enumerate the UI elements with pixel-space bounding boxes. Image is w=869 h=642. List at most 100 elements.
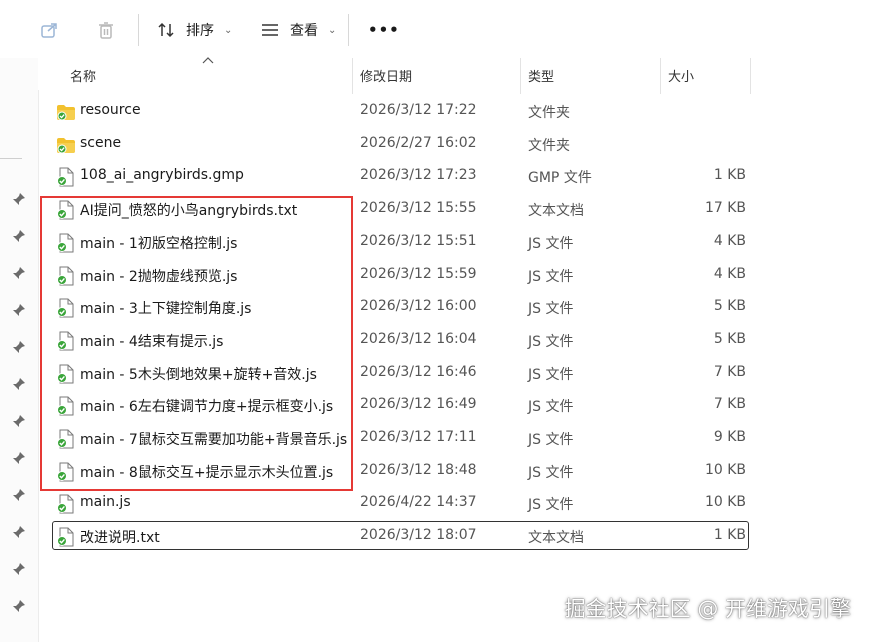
delete-button[interactable]	[94, 14, 118, 46]
file-icon	[57, 494, 74, 514]
file-date: 2026/3/12 16:46	[360, 363, 477, 380]
column-divider[interactable]	[660, 58, 661, 94]
file-row[interactable]: main - 3上下键控制角度.js 2026/3/12 16:00 JS 文件 5 …	[38, 291, 869, 324]
pin-icon[interactable]	[12, 488, 26, 502]
file-size: 7 KB	[713, 396, 746, 413]
folder-row[interactable]: scene 2026/2/27 16:02 文件夹	[38, 128, 869, 161]
file-date: 2026/4/22 14:37	[360, 494, 477, 511]
sort-button[interactable]: 排序 ⌄	[154, 14, 232, 46]
more-icon: •••	[368, 21, 400, 39]
file-type: JS 文件	[528, 268, 574, 285]
file-type: JS 文件	[528, 497, 574, 514]
file-size: 4 KB	[713, 232, 746, 249]
file-row[interactable]: main - 2抛物虚线预览.js 2026/3/12 15:59 JS 文件 4 K…	[38, 259, 869, 292]
toolbar-separator	[348, 14, 349, 46]
share-button[interactable]	[38, 14, 62, 46]
file-row[interactable]: 108_ai_angrybirds.gmp 2026/3/12 17:23 GMP …	[38, 160, 869, 193]
file-size: 1 KB	[713, 167, 746, 184]
pin-icon[interactable]	[12, 266, 26, 280]
file-name: main.js	[80, 494, 131, 511]
pin-icon[interactable]	[12, 192, 26, 206]
file-icon	[57, 429, 74, 449]
column-divider[interactable]	[352, 58, 353, 94]
more-button[interactable]: •••	[368, 14, 400, 46]
file-date: 2026/3/12 15:55	[360, 200, 477, 217]
column-header: 名称 修改日期 类型 大小	[38, 57, 869, 94]
pin-icon[interactable]	[12, 451, 26, 465]
file-name: AI提问_愤怒的小鸟angrybirds.txt	[80, 203, 298, 220]
sort-icon	[154, 18, 178, 42]
view-label: 查看	[290, 23, 318, 39]
file-name: main - 4结束有提示.js	[80, 333, 224, 350]
file-type: 文件夹	[528, 105, 570, 121]
file-icon	[57, 331, 74, 351]
file-name: 改进说明.txt	[80, 530, 160, 547]
file-row[interactable]: main - 5木头倒地效果+旋转+音效.js 2026/3/12 16:46 JS…	[38, 357, 869, 390]
file-row[interactable]: main - 7鼠标交互需要加功能+背景音乐.js 2026/3/12 17:11…	[38, 422, 869, 455]
file-row[interactable]: main - 6左右键调节力度+提示框变小.js 2026/3/12 16:49 J…	[38, 389, 869, 422]
folder-row[interactable]: resource 2026/3/12 17:22 文件夹	[38, 95, 869, 128]
file-icon	[57, 233, 74, 253]
sort-ascending-icon	[202, 57, 214, 64]
file-row[interactable]: 改进说明.txt 2026/3/12 18:07 文本文档 1 KB	[38, 520, 869, 553]
file-row[interactable]: AI提问_愤怒的小鸟angrybirds.txt 2026/3/12 15:55 文…	[38, 193, 869, 226]
file-row[interactable]: main.js 2026/4/22 14:37 JS 文件 10 KB	[38, 487, 869, 520]
column-size[interactable]: 大小	[668, 66, 694, 85]
navigation-pane	[0, 58, 39, 642]
file-size: 5 KB	[713, 330, 746, 347]
folder-icon	[57, 105, 75, 121]
file-date: 2026/3/12 15:59	[360, 265, 477, 282]
file-icon	[57, 200, 74, 220]
file-name: main - 5木头倒地效果+旋转+音效.js	[80, 366, 317, 383]
file-name: main - 3上下键控制角度.js	[80, 301, 252, 318]
file-size: 10 KB	[704, 461, 746, 478]
file-name: main - 1初版空格控制.js	[80, 235, 238, 252]
file-size: 7 KB	[713, 363, 746, 380]
sort-label: 排序	[186, 23, 214, 39]
column-date[interactable]: 修改日期	[360, 66, 412, 85]
file-row[interactable]: main - 8鼠标交互+提示显示木头位置.js 2026/3/12 18:48 J…	[38, 455, 869, 488]
file-type: JS 文件	[528, 432, 574, 448]
pin-icon[interactable]	[12, 377, 26, 391]
file-row[interactable]: main - 4结束有提示.js 2026/3/12 16:04 JS 文件 5 KB	[38, 324, 869, 357]
chevron-down-icon: ⌄	[224, 24, 233, 36]
column-name[interactable]: 名称	[70, 66, 96, 85]
file-size: 17 KB	[704, 200, 746, 217]
share-icon	[38, 18, 62, 42]
pin-icon[interactable]	[12, 414, 26, 428]
file-date: 2026/3/12 15:51	[360, 232, 477, 249]
file-name: main - 2抛物虚线预览.js	[80, 268, 238, 285]
column-divider[interactable]	[750, 58, 751, 94]
watermark: 掘金技术社区 @ 开维游戏引擎	[564, 597, 851, 621]
pin-icon[interactable]	[12, 303, 26, 317]
column-type[interactable]: 类型	[528, 66, 554, 85]
file-icon	[57, 298, 74, 318]
toolbar-separator	[138, 14, 139, 46]
file-name: resource	[80, 102, 141, 118]
chevron-down-icon: ⌄	[328, 24, 337, 36]
file-date: 2026/3/12 18:48	[360, 461, 477, 478]
pin-icon[interactable]	[12, 229, 26, 243]
file-type: 文本文档	[528, 203, 584, 220]
file-type: JS 文件	[528, 301, 574, 318]
pin-icon[interactable]	[12, 562, 26, 576]
file-row[interactable]: main - 1初版空格控制.js 2026/3/12 15:51 JS 文件 4 K…	[38, 226, 869, 259]
column-divider[interactable]	[520, 58, 521, 94]
pin-icon[interactable]	[12, 599, 26, 613]
delete-icon	[94, 18, 118, 42]
file-date: 2026/3/12 16:49	[360, 396, 477, 413]
view-button[interactable]: 查看 ⌄	[258, 14, 336, 46]
file-size: 1 KB	[713, 527, 746, 544]
view-icon	[258, 18, 282, 42]
file-name: main - 7鼠标交互需要加功能+背景音乐.js	[80, 432, 348, 448]
file-type: JS 文件	[528, 366, 574, 383]
command-bar: 排序 ⌄ 查看 ⌄ •••	[0, 0, 869, 59]
file-date: 2026/3/12 17:22	[360, 102, 477, 118]
file-icon	[57, 167, 74, 187]
pin-icon[interactable]	[12, 340, 26, 354]
pin-icon[interactable]	[12, 525, 26, 539]
file-icon	[57, 527, 74, 547]
file-icon	[57, 364, 74, 384]
file-size: 9 KB	[713, 429, 746, 445]
file-type: 文本文档	[528, 530, 584, 547]
